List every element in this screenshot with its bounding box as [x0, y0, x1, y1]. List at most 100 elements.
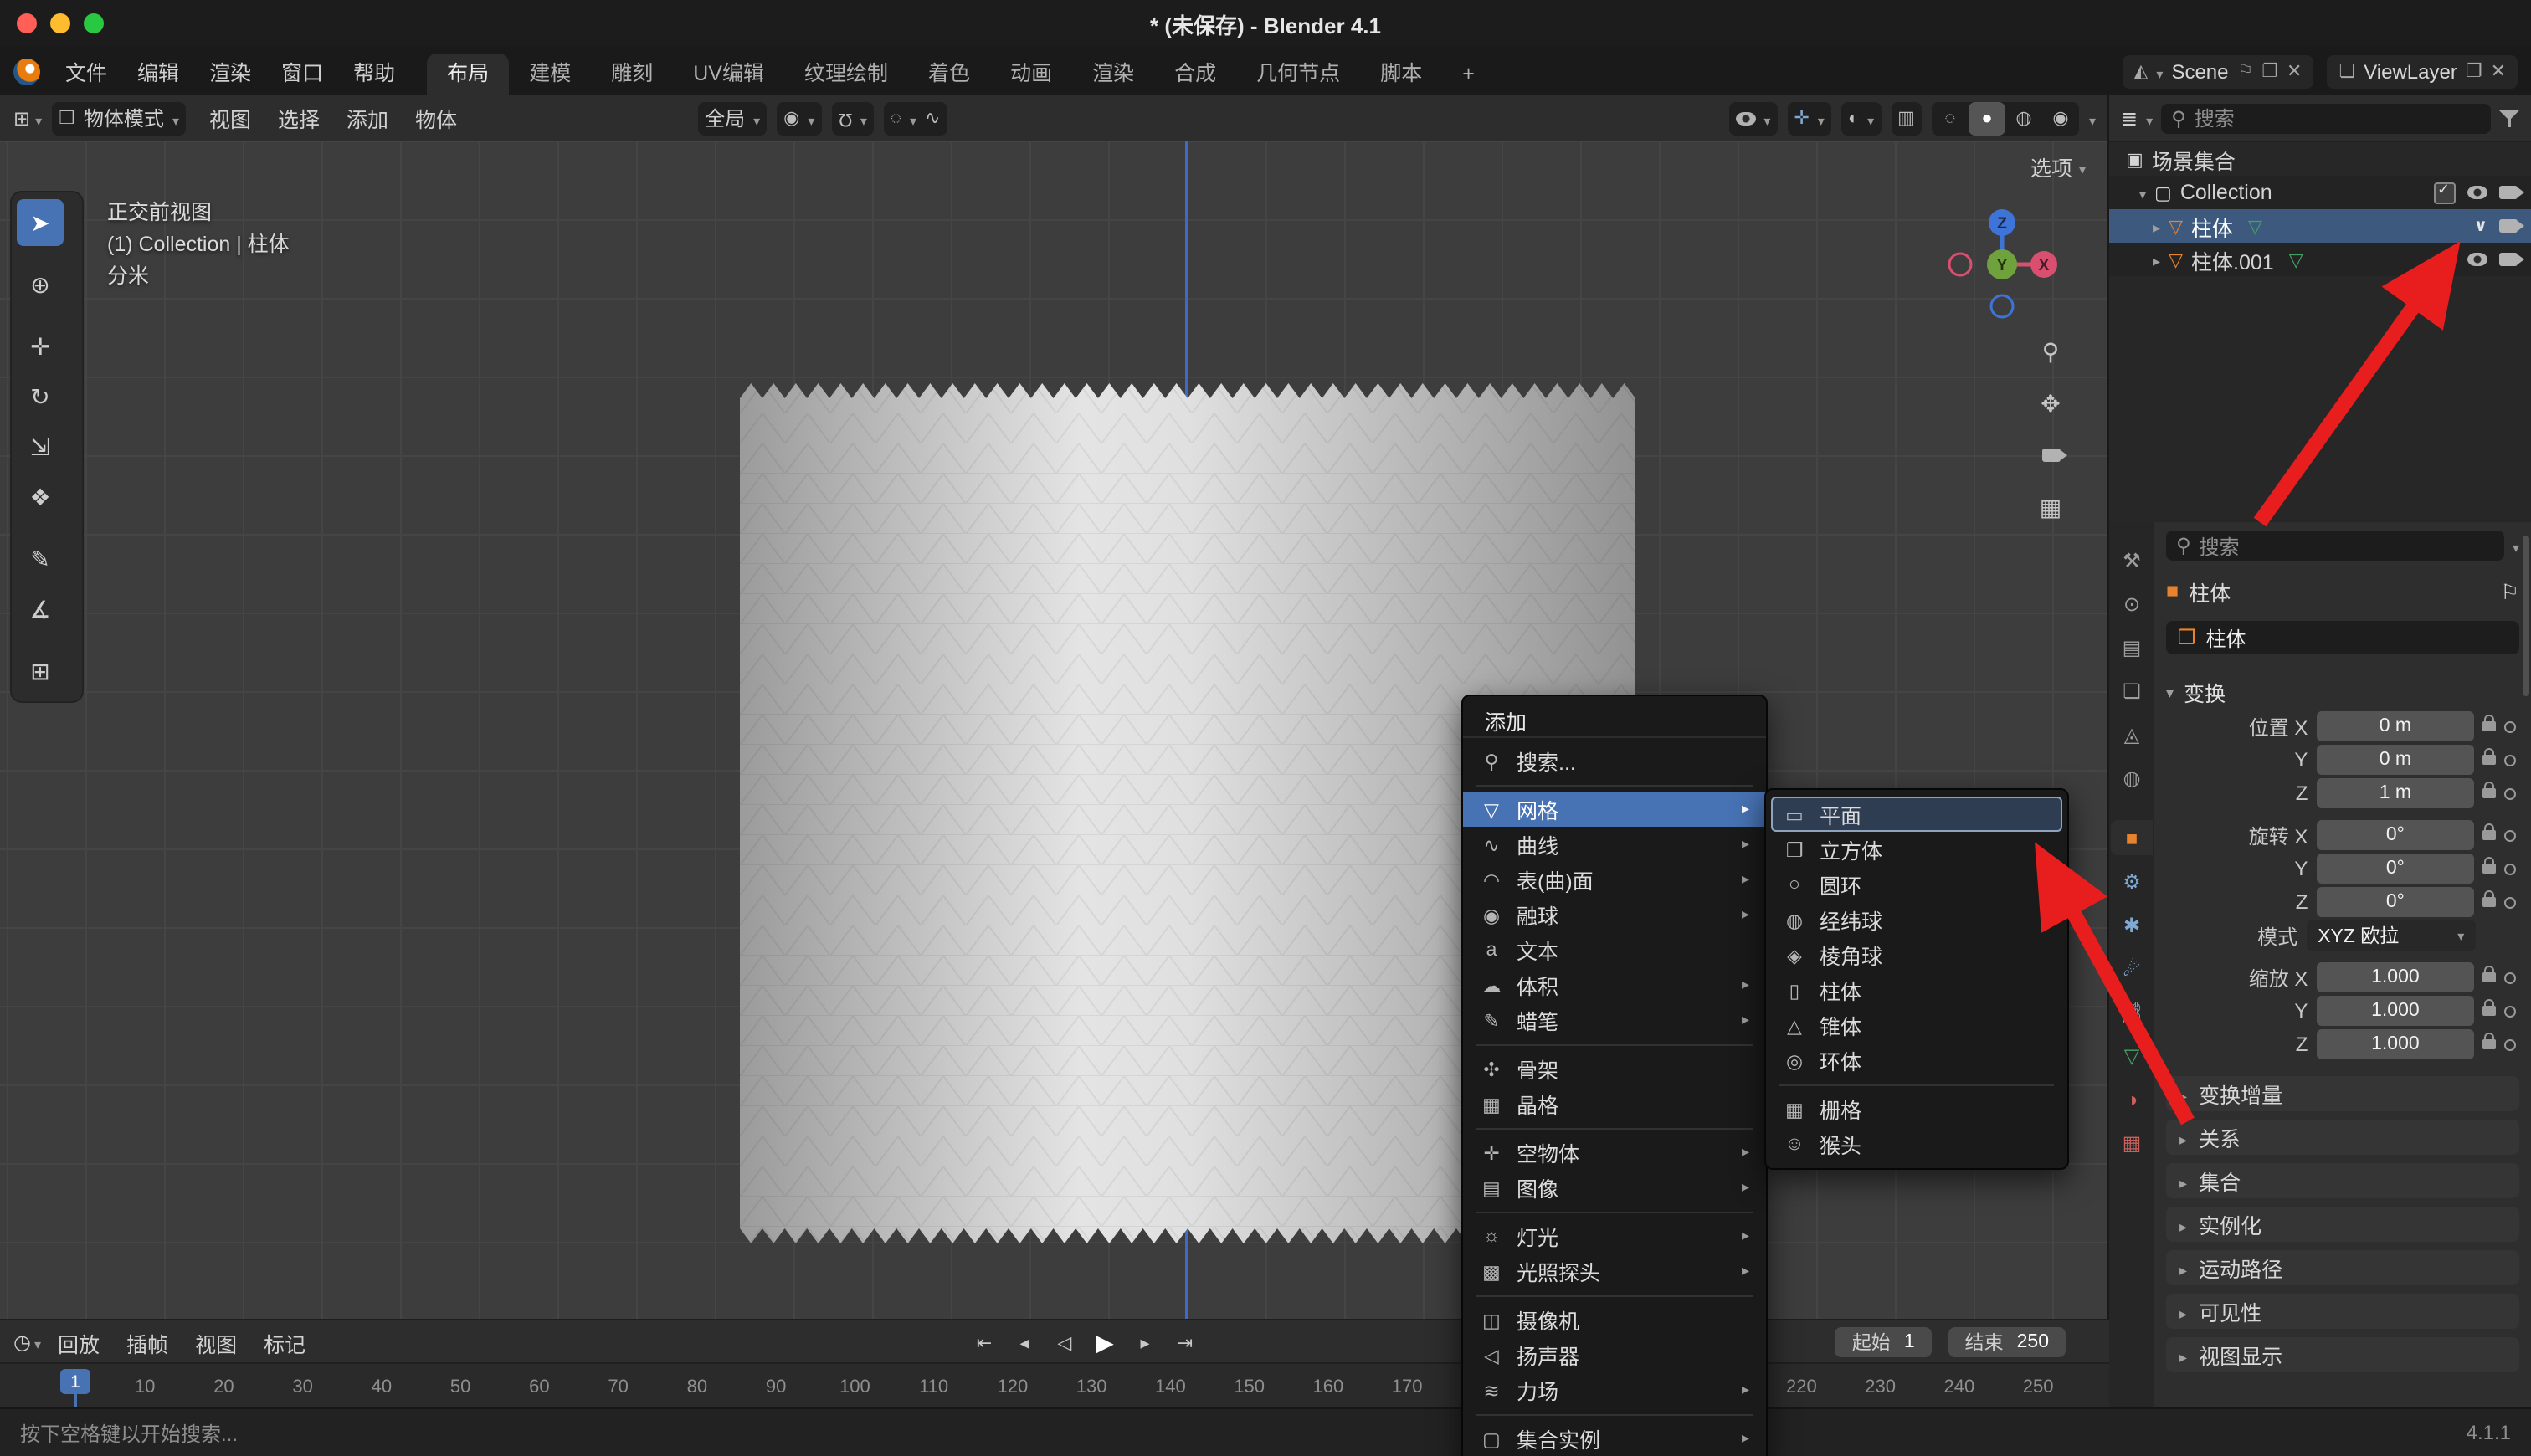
collapsed-section[interactable]: 集合: [2166, 1163, 2519, 1198]
outliner-item-collection[interactable]: ▢ Collection: [2109, 176, 2531, 209]
options-dropdown[interactable]: 选项: [2030, 151, 2086, 182]
annotate-tool[interactable]: ✎: [17, 536, 64, 582]
animate-dot[interactable]: [2504, 1005, 2516, 1017]
lock-icon[interactable]: [2482, 864, 2496, 874]
material-tab[interactable]: ◑: [2111, 1081, 2153, 1116]
menu-item[interactable]: ☁ 体积 ▸: [1463, 967, 1766, 1002]
outliner-editor-icon[interactable]: ≣: [2121, 106, 2138, 130]
pivot-selector[interactable]: ◉: [777, 101, 821, 135]
jump-end-button[interactable]: ⇥: [1168, 1325, 1202, 1359]
texture-tab[interactable]: ▦: [2111, 1125, 2153, 1160]
viewport-menu[interactable]: 添加: [333, 102, 402, 134]
timeline-menu[interactable]: 标记: [250, 1326, 319, 1358]
object-tab[interactable]: ■: [2111, 820, 2153, 855]
menu-item[interactable]: ▯ 柱体: [1766, 972, 2067, 1007]
proportional-edit-icon[interactable]: ◌: [891, 108, 901, 128]
menu-item[interactable]: △ 锥体: [1766, 1007, 2067, 1043]
collapsed-section[interactable]: 变换增量: [2166, 1076, 2519, 1111]
properties-search-input[interactable]: ⚲ 搜索: [2166, 531, 2504, 561]
add-primitive-tool[interactable]: ⊞: [17, 648, 64, 695]
workspace-tab[interactable]: 布局: [427, 54, 509, 95]
magnet-icon[interactable]: Ω: [838, 108, 851, 128]
prev-keyframe-button[interactable]: ◂: [1008, 1325, 1041, 1359]
physics-tab[interactable]: ☄: [2111, 951, 2153, 986]
world-tab[interactable]: ◍: [2111, 760, 2153, 795]
visibility-toggles[interactable]: [1728, 101, 1777, 135]
menu-item[interactable]: ▭ 平面: [1771, 797, 2062, 832]
animate-dot[interactable]: [2504, 896, 2516, 908]
new-scene-icon[interactable]: ❐: [2261, 60, 2278, 82]
value-field[interactable]: 1.000: [2316, 1029, 2474, 1059]
scrollbar[interactable]: [2523, 536, 2529, 696]
minimize-window-button[interactable]: [50, 13, 70, 33]
lock-icon[interactable]: [2482, 830, 2496, 840]
navigation-gizmo[interactable]: Z X Y: [1938, 201, 2066, 328]
value-field[interactable]: XYZ 欧拉: [2306, 920, 2476, 951]
hide-eye-icon[interactable]: [2467, 186, 2487, 199]
wireframe-shading-button[interactable]: ◌: [1932, 101, 1969, 135]
menu-item[interactable]: ◉ 融球 ▸: [1463, 897, 1766, 932]
expand-icon[interactable]: [2153, 214, 2160, 238]
expand-icon[interactable]: [2153, 248, 2160, 271]
material-shading-button[interactable]: ◍: [2005, 101, 2042, 135]
select-box-tool[interactable]: ➤: [17, 199, 64, 246]
workspace-tab[interactable]: 雕刻: [591, 54, 673, 95]
menu-item[interactable]: ✣ 骨架: [1463, 1051, 1766, 1086]
value-field[interactable]: 0 m: [2316, 711, 2474, 741]
playhead[interactable]: 1: [60, 1369, 90, 1394]
menu-item[interactable]: ◠ 表(曲)面 ▸: [1463, 862, 1766, 897]
rotate-tool[interactable]: ↻: [17, 373, 64, 420]
pin-icon[interactable]: ⚐: [2501, 578, 2519, 603]
pan-hand-icon[interactable]: ✥: [2030, 383, 2071, 423]
overlays-toggle[interactable]: ◐: [1841, 101, 1881, 135]
menu-item[interactable]: ≋ 力场 ▸: [1463, 1372, 1766, 1407]
frame-start-field[interactable]: 起始 1: [1835, 1327, 1932, 1357]
hidden-eye-icon[interactable]: ∨: [2474, 217, 2487, 235]
zoom-icon[interactable]: ⚲: [2030, 331, 2071, 372]
viewlayer-tab[interactable]: ❏: [2111, 673, 2153, 708]
menu-item[interactable]: ▽ 网格 ▸: [1463, 792, 1766, 827]
menu-item[interactable]: ✎ 蜡笔 ▸: [1463, 1002, 1766, 1038]
menu-item[interactable]: ▤ 图像 ▸: [1463, 1170, 1766, 1205]
orientation-selector[interactable]: 全局: [698, 101, 767, 135]
workspace-tab[interactable]: 几何节点: [1236, 54, 1360, 95]
tool-tab[interactable]: ⚒: [2111, 542, 2153, 577]
pin-scene-icon[interactable]: ⚐: [2237, 60, 2254, 82]
mode-selector[interactable]: ❒ 物体模式: [52, 101, 186, 135]
particles-tab[interactable]: ✱: [2111, 907, 2153, 942]
animate-dot[interactable]: [2504, 972, 2516, 983]
new-viewlayer-icon[interactable]: ❐: [2466, 60, 2482, 82]
viewport-menu[interactable]: 物体: [402, 102, 470, 134]
outliner-search-input[interactable]: ⚲ 搜索: [2161, 103, 2491, 133]
value-field[interactable]: 1.000: [2316, 962, 2474, 992]
value-field[interactable]: 1.000: [2316, 996, 2474, 1026]
scene-tab[interactable]: ◬: [2111, 716, 2153, 751]
animate-dot[interactable]: [2504, 720, 2516, 732]
outliner-item-cylinder-001[interactable]: ▽ 柱体.001 ▽: [2109, 243, 2531, 276]
workspace-tab[interactable]: 脚本: [1360, 54, 1442, 95]
value-field[interactable]: 0°: [2316, 820, 2474, 850]
shading-dropdown-icon[interactable]: [2089, 106, 2096, 130]
value-field[interactable]: 1 m: [2316, 778, 2474, 808]
animate-dot[interactable]: [2504, 754, 2516, 766]
value-field[interactable]: 0°: [2316, 887, 2474, 917]
proportional-edit-controls[interactable]: ◌ ∿: [884, 101, 947, 135]
menu-item[interactable]: ☺ 猴头: [1766, 1126, 2067, 1161]
solid-shading-button[interactable]: ●: [1969, 101, 2005, 135]
move-tool[interactable]: ✛: [17, 323, 64, 370]
menu-item[interactable]: ◎ 环体: [1766, 1043, 2067, 1078]
disable-render-icon[interactable]: [2499, 219, 2518, 233]
menu-item[interactable]: ○ 圆环: [1766, 867, 2067, 902]
lock-icon[interactable]: [2482, 897, 2496, 907]
menu-item[interactable]: ◈ 棱角球: [1766, 937, 2067, 972]
menu-item[interactable]: ◫ 摄像机: [1463, 1302, 1766, 1337]
cursor-tool[interactable]: ⊕: [17, 261, 64, 308]
lock-icon[interactable]: [2482, 788, 2496, 798]
outliner-item-cylinder[interactable]: ▽ 柱体 ▽ ∨: [2109, 209, 2531, 243]
collapsed-section[interactable]: 关系: [2166, 1120, 2519, 1155]
next-keyframe-button[interactable]: ▸: [1128, 1325, 1162, 1359]
editor-type-button[interactable]: ⊞: [13, 106, 42, 130]
menu-item[interactable]: ⚲ 搜索...: [1463, 743, 1766, 778]
object-name-field[interactable]: ❒ 柱体: [2166, 621, 2519, 654]
exclude-checkbox[interactable]: [2434, 182, 2456, 203]
